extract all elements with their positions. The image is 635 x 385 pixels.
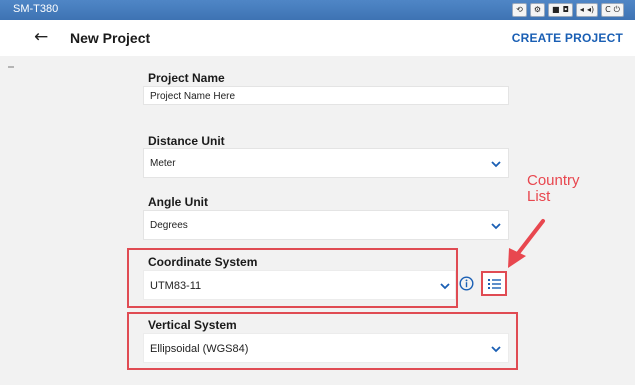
chevron-down-icon bbox=[490, 159, 502, 169]
chevron-down-icon bbox=[439, 281, 451, 291]
angle-unit-select[interactable]: Degrees bbox=[143, 210, 509, 240]
annotation-line-2: List bbox=[527, 188, 551, 205]
vertical-system-label: Vertical System bbox=[148, 318, 237, 332]
distance-unit-label: Distance Unit bbox=[148, 134, 225, 148]
angle-unit-label: Angle Unit bbox=[148, 195, 208, 209]
emulator-tools: ⟲ ⚙ ■ ◘ ◂ ◂) C ⏻ bbox=[512, 3, 624, 17]
volume-down-icon: ◂ bbox=[579, 5, 584, 14]
angle-unit-value: Degrees bbox=[150, 220, 188, 231]
coordinate-system-label: Coordinate System bbox=[148, 255, 258, 269]
country-list-button[interactable] bbox=[481, 271, 507, 296]
project-name-label: Project Name bbox=[148, 71, 225, 85]
annotation-line-1: Country bbox=[527, 172, 580, 189]
project-name-input[interactable]: Project Name Here bbox=[143, 86, 509, 105]
emulator-toolbar: SM-T380 ⟲ ⚙ ■ ◘ ◂ ◂) C ⏻ bbox=[0, 0, 635, 20]
coordinate-system-select[interactable]: UTM83-11 bbox=[143, 270, 456, 300]
page-title: New Project bbox=[70, 30, 151, 46]
coordinate-system-value: UTM83-11 bbox=[150, 280, 202, 292]
settings-button[interactable]: ⚙ bbox=[529, 3, 546, 17]
vertical-system-select[interactable]: Ellipsoidal (WGS84) bbox=[143, 333, 509, 363]
chevron-down-icon bbox=[490, 344, 502, 354]
arrow-left-icon[interactable]: ← bbox=[34, 27, 48, 47]
settings-icon: ⚙ bbox=[533, 5, 542, 14]
distance-unit-value: Meter bbox=[150, 158, 176, 169]
drawer-handle[interactable] bbox=[8, 66, 14, 68]
rotate-icon: ⟲ bbox=[516, 5, 523, 14]
app-header: ← New Project CREATE PROJECT bbox=[0, 20, 635, 56]
volume-up-icon: ◂) bbox=[586, 5, 595, 14]
rotate-button[interactable]: ⟲ bbox=[512, 3, 527, 17]
project-name-value: Project Name Here bbox=[150, 91, 236, 102]
back-icon: C bbox=[605, 5, 611, 14]
create-project-button[interactable]: CREATE PROJECT bbox=[512, 31, 623, 45]
info-icon[interactable] bbox=[459, 276, 474, 291]
distance-unit-select[interactable]: Meter bbox=[143, 148, 509, 178]
power-buttons[interactable]: C ⏻ bbox=[601, 3, 624, 17]
record-icon: ■ bbox=[552, 5, 560, 14]
device-name: SM-T380 bbox=[13, 3, 59, 15]
vertical-system-value: Ellipsoidal (WGS84) bbox=[150, 343, 249, 355]
volume-buttons[interactable]: ◂ ◂) bbox=[575, 3, 599, 17]
camera-icon: ◘ bbox=[562, 5, 569, 14]
annotation-arrow bbox=[508, 219, 545, 268]
media-buttons[interactable]: ■ ◘ bbox=[548, 3, 573, 17]
power-icon: ⏻ bbox=[613, 5, 620, 14]
